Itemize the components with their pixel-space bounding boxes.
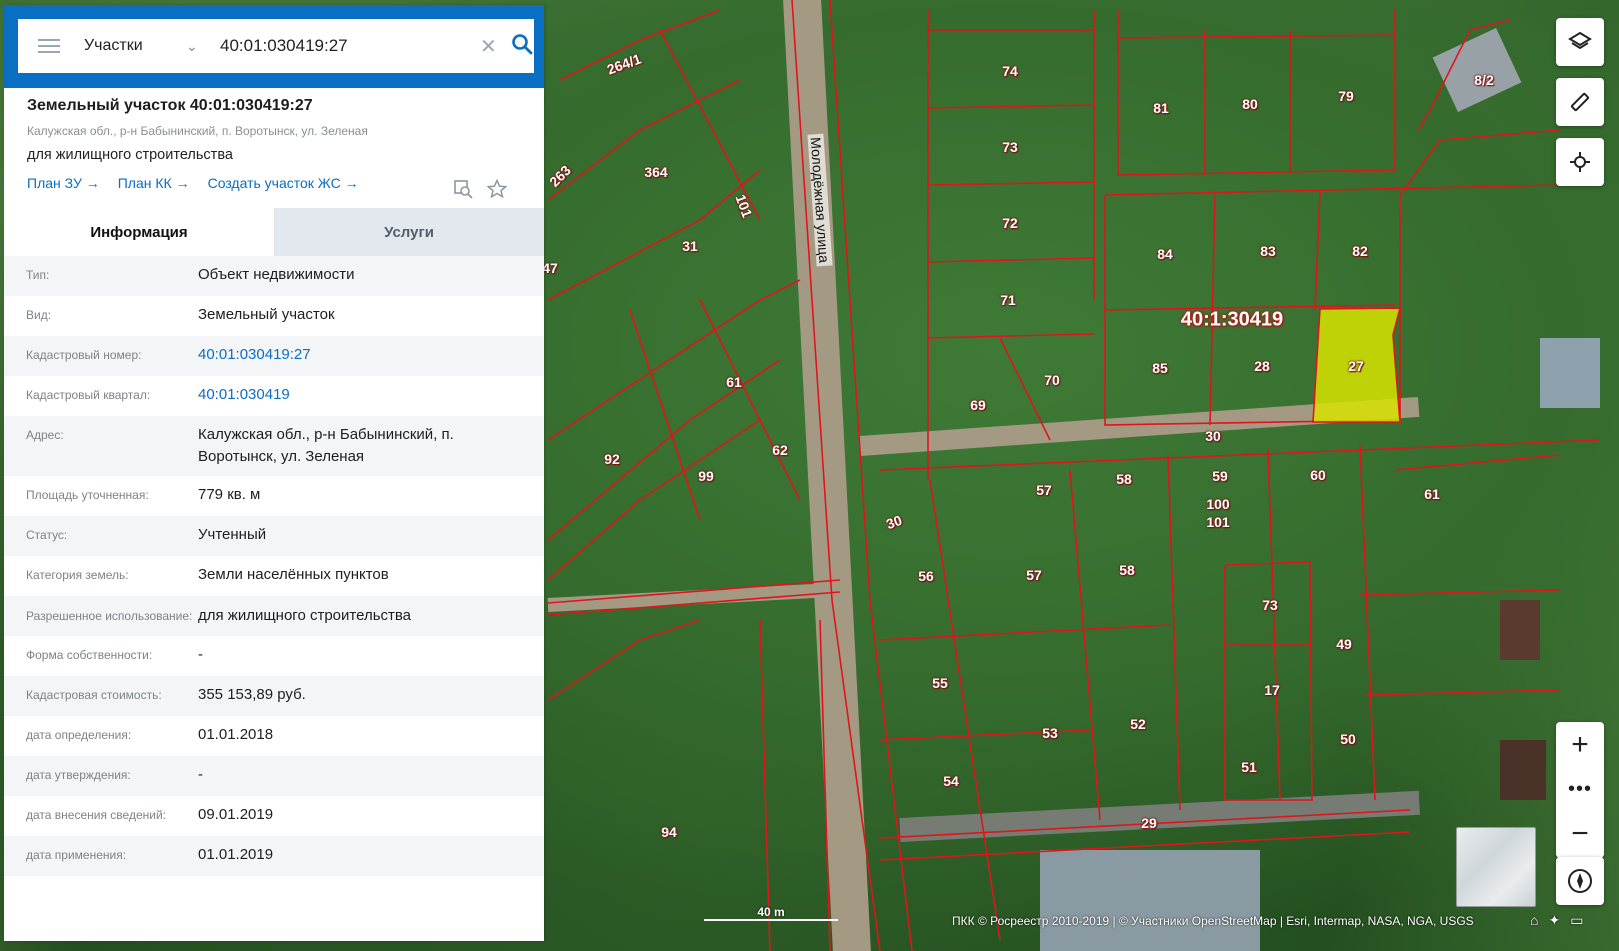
info-label: Кадастровый номер:	[26, 348, 142, 362]
info-row: дата внесения сведений: 09.01.2019	[4, 796, 544, 836]
home-icon[interactable]: ⌂	[1530, 912, 1538, 928]
info-row: Статус: Учтенный	[4, 516, 544, 556]
info-label: Площадь уточненная:	[26, 488, 149, 502]
info-label: дата внесения сведений:	[26, 808, 166, 822]
info-value: Земли населённых пунктов	[198, 566, 389, 583]
layers-icon	[1568, 31, 1592, 50]
locate-icon[interactable]: ✦	[1548, 912, 1560, 928]
map-footer-icons: ⌂ ✦ ▭	[1530, 912, 1593, 929]
header-actions	[453, 179, 507, 199]
tab-info[interactable]: Информация	[4, 208, 274, 256]
info-value: 355 153,89 руб.	[198, 686, 306, 703]
cadastral-quarter-label[interactable]: 40:1:30419	[1181, 309, 1283, 332]
plan-zu-link[interactable]: План ЗУ →	[27, 175, 100, 191]
search-type-select[interactable]: Участки	[84, 37, 184, 55]
info-row: Тип: Объект недвижимости	[4, 256, 544, 296]
info-value: Учтенный	[198, 526, 267, 543]
info-row: Кадастровый номер: 40:01:030419:27	[4, 336, 544, 376]
search-icon[interactable]	[511, 33, 533, 60]
tab-services[interactable]: Услуги	[274, 208, 544, 256]
info-label: дата применения:	[26, 848, 127, 862]
fullscreen-icon[interactable]: ▭	[1570, 912, 1583, 928]
info-row: дата определения: 01.01.2018	[4, 716, 544, 756]
info-row: Вид: Земельный участок	[4, 296, 544, 336]
info-row: Категория земель: Земли населённых пункто…	[4, 556, 544, 596]
create-parcel-link[interactable]: Создать участок ЖС →	[208, 175, 359, 191]
ruler-icon	[1570, 92, 1590, 112]
parcel-title: Земельный участок 40:01:030419:27	[27, 97, 313, 114]
search-box: Участки ⌄ ✕	[18, 19, 534, 73]
info-row: Форма собственности: -	[4, 636, 544, 676]
info-label: Вид:	[26, 308, 52, 322]
clear-icon[interactable]: ✕	[480, 34, 497, 59]
tab-bar: Информация Услуги	[4, 208, 544, 256]
info-row: дата утверждения: -	[4, 756, 544, 796]
info-value: Объект недвижимости	[198, 266, 355, 283]
plan-kk-link[interactable]: План КК →	[118, 175, 190, 191]
compass-button[interactable]	[1556, 857, 1604, 905]
scale-bar: 40 m	[704, 905, 838, 921]
info-value: -	[198, 766, 203, 783]
info-row: Кадастровый квартал: 40:01:030419	[4, 376, 544, 416]
menu-icon[interactable]	[38, 39, 60, 53]
zoom-control: + ••• −	[1556, 722, 1604, 858]
info-value: -	[198, 646, 203, 663]
minimap[interactable]	[1456, 827, 1536, 907]
info-row: Кадастровая стоимость: 355 153,89 руб.	[4, 676, 544, 716]
star-icon[interactable]	[487, 179, 507, 199]
info-value: 01.01.2018	[198, 726, 274, 743]
search-input[interactable]	[220, 36, 470, 56]
map-attribution[interactable]: ПКК © Росреестр 2010-2019 | © Участники …	[952, 914, 1474, 928]
info-label: Адрес:	[26, 428, 64, 442]
info-label: Форма собственности:	[26, 648, 153, 662]
more-icon[interactable]: •••	[1556, 767, 1604, 811]
crosshair-icon	[1570, 152, 1590, 172]
parcel-address: Калужская обл., р-н Бабынинский, п. Воро…	[27, 124, 368, 138]
measure-button[interactable]	[1556, 78, 1604, 126]
zoom-to-object-icon[interactable]	[453, 179, 473, 199]
info-value: 779 кв. м	[198, 486, 261, 503]
info-value: 01.01.2019	[198, 846, 274, 863]
my-location-button[interactable]	[1556, 138, 1604, 186]
info-row: дата применения: 01.01.2019	[4, 836, 544, 876]
info-label: Категория земель:	[26, 568, 129, 582]
info-label: Статус:	[26, 528, 68, 542]
info-label: дата утверждения:	[26, 768, 131, 782]
parcel-use: для жилищного строительства	[27, 147, 233, 163]
info-row: Адрес: Калужская обл., р-н Бабынинский, п…	[4, 416, 544, 476]
info-panel: Участки ⌄ ✕ ‹ Земельный участок 40:01:03…	[4, 5, 544, 941]
info-value: 09.01.2019	[198, 806, 274, 823]
zoom-in-button[interactable]: +	[1556, 722, 1604, 767]
info-label: Кадастровая стоимость:	[26, 688, 162, 702]
info-table: Тип: Объект недвижимости Вид: Земельный уч…	[4, 256, 544, 876]
info-label: дата определения:	[26, 728, 132, 742]
layers-button[interactable]	[1556, 18, 1604, 66]
zoom-out-button[interactable]: −	[1556, 811, 1604, 856]
search-bar: Участки ⌄ ✕ ‹	[4, 5, 544, 88]
compass-icon	[1568, 869, 1592, 893]
cadastral-number-link[interactable]: 40:01:030419:27	[198, 344, 522, 366]
info-label: Тип:	[26, 268, 50, 282]
info-row: Разрешенное использование: для жилищного …	[4, 596, 544, 636]
info-label: Кадастровый квартал:	[26, 388, 151, 402]
info-row: Площадь уточненная: 779 кв. м	[4, 476, 544, 516]
info-value: для жилищного строительства	[198, 607, 412, 624]
info-value: Земельный участок	[198, 306, 335, 323]
selected-parcel-27	[1312, 307, 1402, 423]
chevron-down-icon[interactable]: ⌄	[186, 38, 210, 55]
parcel-header: Земельный участок 40:01:030419:27 Калужс…	[27, 97, 537, 199]
cadastral-quarter-link[interactable]: 40:01:030419	[198, 384, 522, 406]
info-label: Разрешенное использование:	[26, 609, 193, 623]
info-value: Калужская обл., р-н Бабынинский, п. Воро…	[198, 426, 454, 465]
